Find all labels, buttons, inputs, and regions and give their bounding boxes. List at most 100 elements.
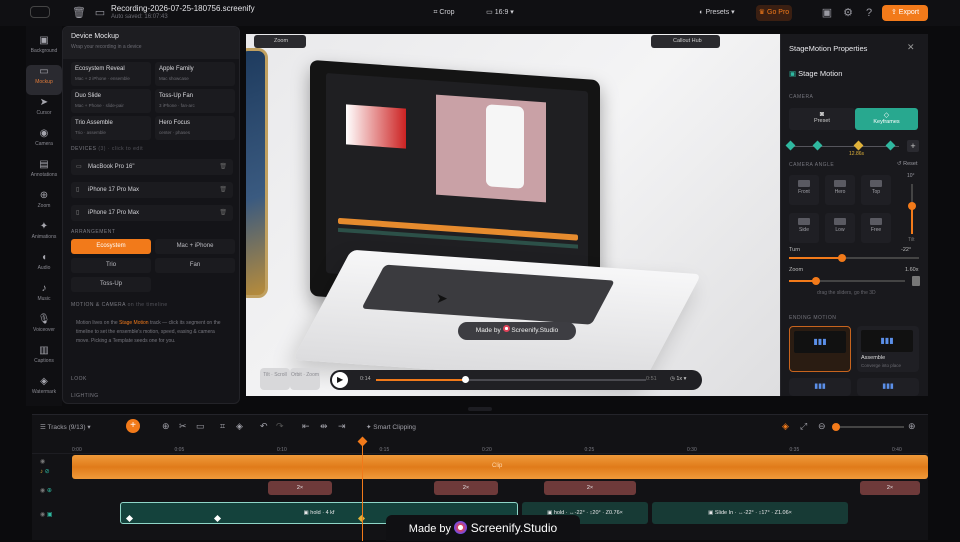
zoom-chip[interactable]: Zoom bbox=[254, 35, 307, 48]
track-controls-zoom[interactable]: ◉ ⊕ bbox=[40, 487, 52, 494]
ending-card-3[interactable]: ▮▮▮ bbox=[789, 378, 851, 396]
angle-hero[interactable]: Hero bbox=[825, 175, 855, 205]
comment-icon[interactable]: ▭ bbox=[196, 421, 205, 432]
gear-icon[interactable]: ⚙ bbox=[841, 6, 855, 20]
ending-card-assemble[interactable]: ▮▮▮ Assemble Converge into place bbox=[857, 326, 919, 372]
zoom-out-icon[interactable]: ⊖ bbox=[818, 421, 826, 432]
preview-canvas[interactable]: Zoom Callout Hub ➤ Made by Screenify.Stu… bbox=[246, 34, 780, 396]
rail-item-captions[interactable]: ▥ Captions bbox=[26, 344, 62, 374]
rail-item-annotations[interactable]: ▤ Annotations bbox=[26, 158, 62, 188]
zoom-clip[interactable]: 2× bbox=[860, 481, 920, 495]
angle-free[interactable]: Free bbox=[861, 213, 891, 243]
trash-icon[interactable]: 🗑 bbox=[219, 182, 227, 198]
turn-slider-handle[interactable] bbox=[838, 254, 847, 262]
template-card[interactable]: Hero Focus center · phases bbox=[155, 116, 235, 140]
arrangement-fan[interactable]: Fan bbox=[155, 258, 235, 273]
zoom-in-icon[interactable]: ⊕ bbox=[908, 421, 916, 432]
add-track-button[interactable]: + bbox=[126, 419, 140, 433]
ending-card-selected[interactable]: ▮▮▮ bbox=[789, 326, 851, 372]
redo-icon[interactable]: ↷ bbox=[276, 421, 284, 432]
angle-low[interactable]: Low bbox=[825, 213, 855, 243]
undo-icon[interactable]: ↶ bbox=[260, 421, 268, 432]
image-icon[interactable]: ▣ bbox=[820, 6, 834, 20]
help-icon[interactable]: ? bbox=[862, 6, 876, 20]
motion-clip[interactable]: ▣ Slide In · ↔-22° · ↕17° · Z1.06× bbox=[652, 502, 848, 524]
split-right-icon[interactable]: ⇥ bbox=[338, 421, 346, 432]
track-controls-audio[interactable]: ◉ ♪ ⊘ bbox=[40, 457, 50, 477]
zoom-clip[interactable]: 2× bbox=[268, 481, 332, 495]
aspect-ratio-select[interactable]: ▭ 16:9 ▾ bbox=[480, 5, 520, 21]
audio-clip[interactable]: Clip bbox=[72, 455, 928, 479]
angle-front[interactable]: Front bbox=[789, 175, 819, 205]
rail-item-mockup[interactable]: ▭ Mockup bbox=[26, 65, 62, 95]
split-center-icon[interactable]: ⇹ bbox=[320, 421, 328, 432]
smart-clipping-toggle[interactable]: ✦ Smart Clipping bbox=[366, 423, 416, 431]
rail-item-voiceover[interactable]: 🎙 Voiceover bbox=[26, 313, 62, 343]
fit-icon[interactable]: ⤢ bbox=[800, 421, 807, 432]
tab-keyframes[interactable]: ◇ Keyframes bbox=[855, 108, 918, 130]
scissors-icon[interactable]: ✂ bbox=[179, 421, 187, 432]
panel-resize-handle[interactable] bbox=[468, 407, 492, 411]
rail-item-background[interactable]: ▣ Background bbox=[26, 34, 62, 64]
zoom-in-icon[interactable]: ⊕ bbox=[162, 421, 170, 432]
add-keyframe-button[interactable]: + bbox=[907, 140, 919, 152]
arrangement-mac-iphone[interactable]: Mac + iPhone bbox=[155, 239, 235, 254]
ending-card-4[interactable]: ▮▮▮ bbox=[857, 378, 919, 396]
arrangement-ecosystem[interactable]: Ecosystem bbox=[71, 239, 151, 254]
rail-item-audio[interactable]: ◖ Audio bbox=[26, 251, 62, 281]
keyframe-marker[interactable] bbox=[785, 140, 796, 151]
presets-button[interactable]: ◐ Presets ▾ bbox=[690, 5, 744, 21]
tilt-slider-handle[interactable] bbox=[908, 202, 916, 210]
split-left-icon[interactable]: ⇤ bbox=[302, 421, 310, 432]
scrub-handle[interactable] bbox=[462, 376, 469, 383]
reset-button[interactable]: ↺ Reset bbox=[897, 161, 918, 167]
keyframe-marker[interactable] bbox=[885, 140, 896, 151]
device-item[interactable]: ▯ iPhone 17 Pro Max 🗑 bbox=[71, 182, 233, 198]
device-item[interactable]: ▯ iPhone 17 Pro Max 🗑 bbox=[71, 205, 233, 221]
timeline-zoom-track[interactable] bbox=[836, 426, 904, 428]
rail-item-zoom[interactable]: ⊕ Zoom bbox=[26, 189, 62, 219]
rail-item-animations[interactable]: ✦ Animations bbox=[26, 220, 62, 250]
crop-icon[interactable]: ⌗ bbox=[220, 421, 225, 432]
tracks-toggle[interactable]: ☰ Tracks (9/13) ▾ bbox=[40, 423, 91, 431]
close-icon[interactable]: ✕ bbox=[907, 42, 915, 53]
arrangement-trio[interactable]: Trio bbox=[71, 258, 151, 273]
rail-item-music[interactable]: ♪ Music bbox=[26, 282, 62, 312]
trash-icon[interactable]: 🗑 bbox=[219, 159, 227, 175]
menu-button[interactable] bbox=[30, 6, 50, 18]
zoom-clip[interactable]: 2× bbox=[544, 481, 636, 495]
folder-icon[interactable]: ▭ bbox=[93, 6, 107, 20]
export-button[interactable]: ⇪ Export bbox=[882, 5, 928, 21]
playhead-handle[interactable] bbox=[357, 436, 368, 447]
angle-side[interactable]: Side bbox=[789, 213, 819, 243]
device-item[interactable]: ▭ MacBook Pro 16" 🗑 bbox=[71, 159, 233, 175]
keyframe-marker-active[interactable] bbox=[853, 140, 864, 151]
play-button[interactable]: ▶ bbox=[332, 372, 348, 388]
snap-icon[interactable]: ◈ bbox=[782, 421, 789, 432]
rail-item-cursor[interactable]: ➤ Cursor bbox=[26, 96, 62, 126]
project-title[interactable]: Recording-2026-07-25-180756.screenify bbox=[111, 4, 255, 13]
template-card[interactable]: Ecosystem Reveal Mac + 2 iPhone · ensembl… bbox=[71, 62, 151, 86]
template-card[interactable]: Trio Assemble Trio · assemble bbox=[71, 116, 151, 140]
keyframe-track[interactable] bbox=[793, 146, 899, 147]
keyframe-marker[interactable] bbox=[812, 140, 823, 151]
template-card[interactable]: Apple Family Mac showcase bbox=[155, 62, 235, 86]
rail-item-camera[interactable]: ◉ Camera bbox=[26, 127, 62, 157]
arrangement-toss-up[interactable]: Toss-Up bbox=[71, 277, 151, 292]
zoom-slider-handle[interactable] bbox=[811, 277, 820, 285]
tab-preset[interactable]: ◙ Preset bbox=[789, 108, 855, 130]
zoom-clip[interactable]: 2× bbox=[434, 481, 498, 495]
go-pro-button[interactable]: ♛ Go Pro bbox=[756, 5, 792, 21]
crop-button[interactable]: ⌗ Crop bbox=[424, 5, 464, 21]
template-card[interactable]: Duo Slide Mac + Phone · slide-pair bbox=[71, 89, 151, 113]
trash-icon[interactable]: 🗑 bbox=[72, 6, 86, 20]
timeline-zoom-handle[interactable] bbox=[832, 423, 840, 431]
rail-item-watermark[interactable]: ◈ Watermark bbox=[26, 375, 62, 405]
template-card[interactable]: Toss-Up Fan 3 iPhone · fan-arc bbox=[155, 89, 235, 113]
track-controls-motion[interactable]: ◉ ▣ bbox=[40, 511, 53, 518]
angle-top[interactable]: Top bbox=[861, 175, 891, 205]
trash-icon[interactable]: 🗑 bbox=[219, 205, 227, 221]
layers-icon[interactable]: ◈ bbox=[236, 421, 243, 432]
callout-hub-chip[interactable]: Callout Hub bbox=[651, 35, 720, 48]
speed-select[interactable]: ◷ 1x ▾ bbox=[670, 376, 686, 382]
